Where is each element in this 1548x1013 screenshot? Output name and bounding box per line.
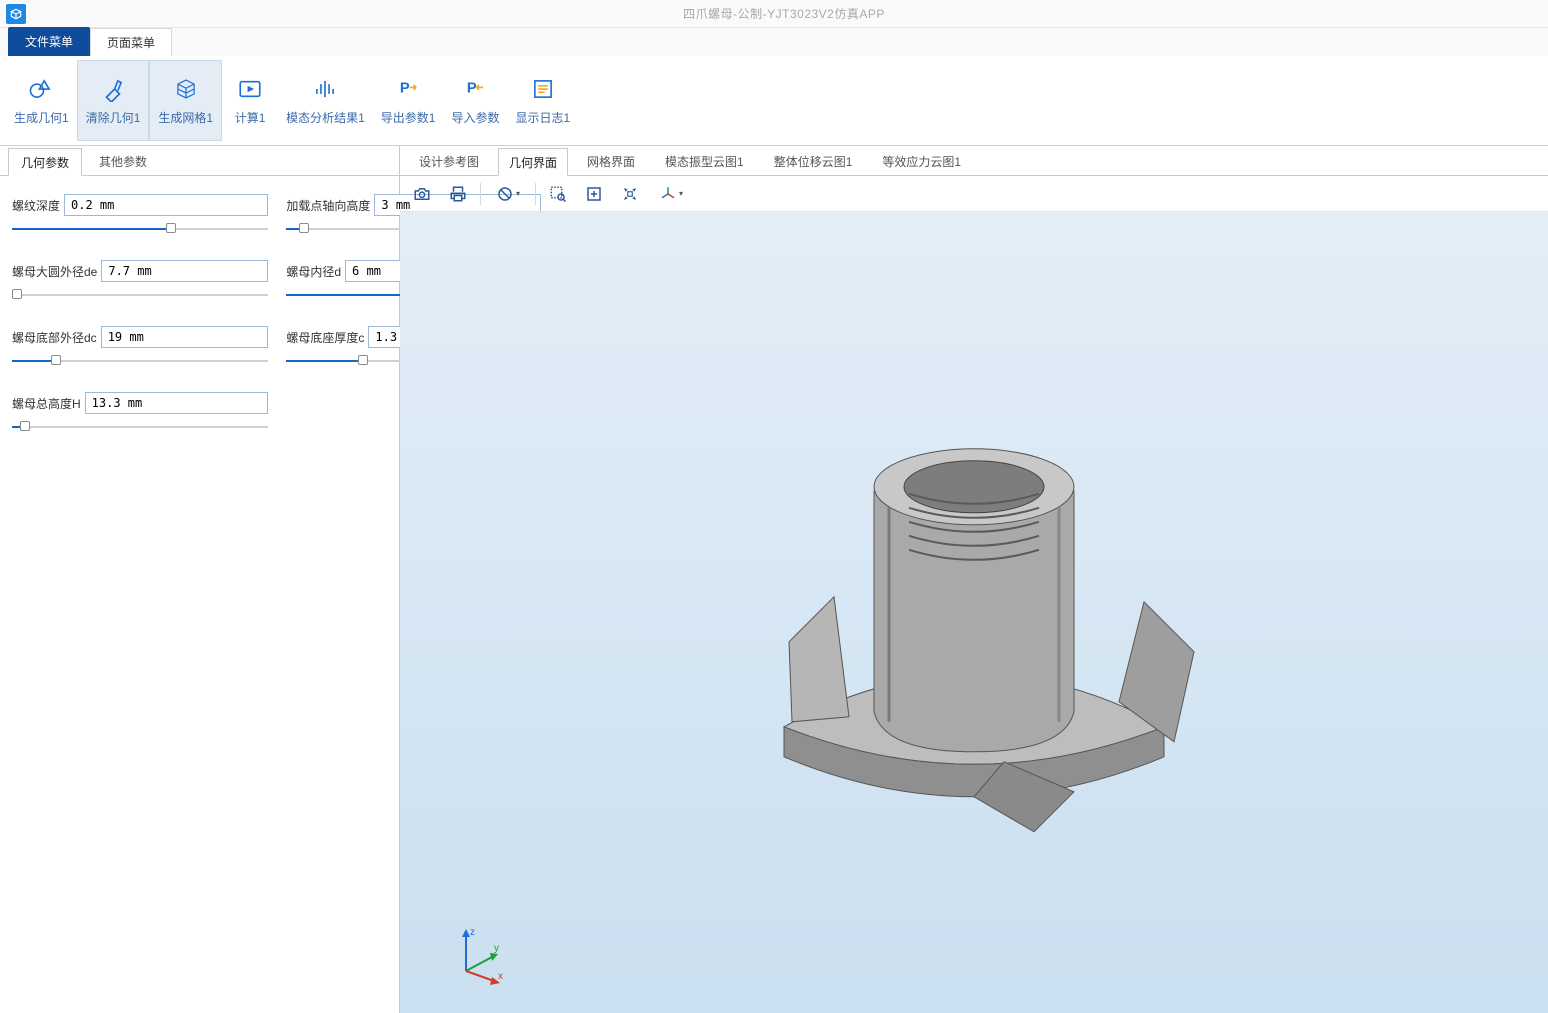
snapshot-button[interactable] (408, 180, 436, 208)
ribbon-modal-results[interactable]: 模态分析结果1 (278, 60, 373, 141)
ribbon-show-log[interactable]: 显示日志1 (507, 60, 578, 141)
param-label: 螺母底部外径dc (12, 329, 97, 346)
param-label: 加载点轴向高度 (286, 197, 370, 214)
clear-geometry-icon (99, 75, 127, 103)
modal-results-icon (311, 75, 339, 103)
param-total-h-slider[interactable] (12, 420, 268, 434)
param-total-h-input[interactable] (85, 392, 269, 414)
view-tab-stress-cloud[interactable]: 等效应力云图1 (871, 147, 972, 175)
print-icon (449, 185, 467, 203)
left-tab-geometry-params[interactable]: 几何参数 (8, 148, 82, 176)
svg-text:P: P (467, 80, 477, 96)
axis-x-label: x (498, 971, 503, 982)
param-base-dc-input[interactable] (101, 326, 269, 348)
app-logo-icon (6, 4, 26, 24)
view-tab-modal-cloud[interactable]: 模态振型云图1 (654, 147, 755, 175)
zoom-extents-button[interactable] (580, 180, 608, 208)
ribbon-generate-mesh[interactable]: 生成网格1 (149, 60, 222, 141)
chevron-down-icon: ▾ (679, 189, 683, 198)
zoom-box-icon (549, 185, 567, 203)
viewport-3d[interactable]: z y x (400, 212, 1548, 1013)
print-button[interactable] (444, 180, 472, 208)
generate-mesh-icon (172, 75, 200, 103)
param-outer-de-input[interactable] (101, 260, 268, 282)
menu-tab-file[interactable]: 文件菜单 (8, 27, 90, 56)
view-tab-mesh[interactable]: 网格界面 (576, 147, 646, 175)
axis-z-label: z (470, 927, 475, 938)
title-bar: 四爪螺母-公制-YJT3023V2仿真APP (0, 0, 1548, 28)
view-toolbar: ▾ ▾ (400, 176, 1548, 212)
param-label: 螺母总高度H (12, 395, 81, 412)
param-label: 螺母底座厚度c (286, 329, 364, 346)
left-panel: 几何参数 其他参数 螺纹深度 加载点轴向高度 (0, 146, 400, 1013)
view-tab-geometry[interactable]: 几何界面 (498, 148, 568, 176)
param-outer-de-slider[interactable] (12, 288, 268, 302)
param-total-h: 螺母总高度H (12, 392, 268, 434)
param-thread-depth-input[interactable] (64, 194, 268, 216)
toolbar-separator (480, 183, 481, 205)
orientation-button[interactable]: ▾ (652, 180, 690, 208)
zoom-selection-icon (621, 185, 639, 203)
show-log-icon (529, 75, 557, 103)
param-outer-de: 螺母大圆外径de (12, 260, 268, 302)
param-label: 螺纹深度 (12, 197, 60, 214)
app-title: 四爪螺母-公制-YJT3023V2仿真APP (26, 5, 1542, 22)
ribbon: 生成几何1 清除几何1 生成网格1 计算1 模态分析结果1 (0, 56, 1548, 146)
import-params-icon: P (461, 75, 489, 103)
view-tabs: 设计参考图 几何界面 网格界面 模态振型云图1 整体位移云图1 等效应力云图1 (400, 146, 1548, 176)
right-panel: 设计参考图 几何界面 网格界面 模态振型云图1 整体位移云图1 等效应力云图1 … (400, 146, 1548, 1013)
model-t-nut (674, 321, 1274, 881)
axes-icon (659, 185, 677, 203)
param-label: 螺母大圆外径de (12, 263, 97, 280)
ribbon-import-params[interactable]: P 导入参数 (443, 60, 507, 141)
param-base-dc-slider[interactable] (12, 354, 268, 368)
params-grid: 螺纹深度 加载点轴向高度 (0, 176, 399, 452)
zoom-box-button[interactable] (544, 180, 572, 208)
param-label: 螺母内径d (286, 263, 341, 280)
camera-icon (413, 185, 431, 203)
compute-icon (236, 75, 264, 103)
left-panel-tabs: 几何参数 其他参数 (0, 146, 399, 176)
menu-tab-page[interactable]: 页面菜单 (90, 28, 172, 56)
ribbon-clear-geometry[interactable]: 清除几何1 (77, 60, 150, 141)
no-transparency-icon (496, 185, 514, 203)
param-thread-depth: 螺纹深度 (12, 194, 268, 236)
menu-tabs: 文件菜单 页面菜单 (0, 28, 1548, 56)
chevron-down-icon: ▾ (516, 189, 520, 198)
param-base-dc: 螺母底部外径dc (12, 326, 268, 368)
ribbon-export-params[interactable]: P 导出参数1 (373, 60, 444, 141)
generate-geometry-icon (27, 75, 55, 103)
orientation-triad: z y x (448, 923, 508, 983)
toolbar-separator (535, 183, 536, 205)
left-tab-other-params[interactable]: 其他参数 (86, 147, 160, 175)
zoom-selection-button[interactable] (616, 180, 644, 208)
axis-y-label: y (494, 943, 499, 954)
export-params-icon: P (394, 75, 422, 103)
view-tab-displacement-cloud[interactable]: 整体位移云图1 (763, 147, 864, 175)
param-thread-depth-slider[interactable] (12, 222, 268, 236)
transparency-button[interactable]: ▾ (489, 180, 527, 208)
zoom-extents-icon (585, 185, 603, 203)
ribbon-compute[interactable]: 计算1 (222, 60, 278, 141)
svg-text:P: P (400, 80, 410, 96)
view-tab-design-ref[interactable]: 设计参考图 (408, 147, 490, 175)
ribbon-generate-geometry[interactable]: 生成几何1 (6, 60, 77, 141)
